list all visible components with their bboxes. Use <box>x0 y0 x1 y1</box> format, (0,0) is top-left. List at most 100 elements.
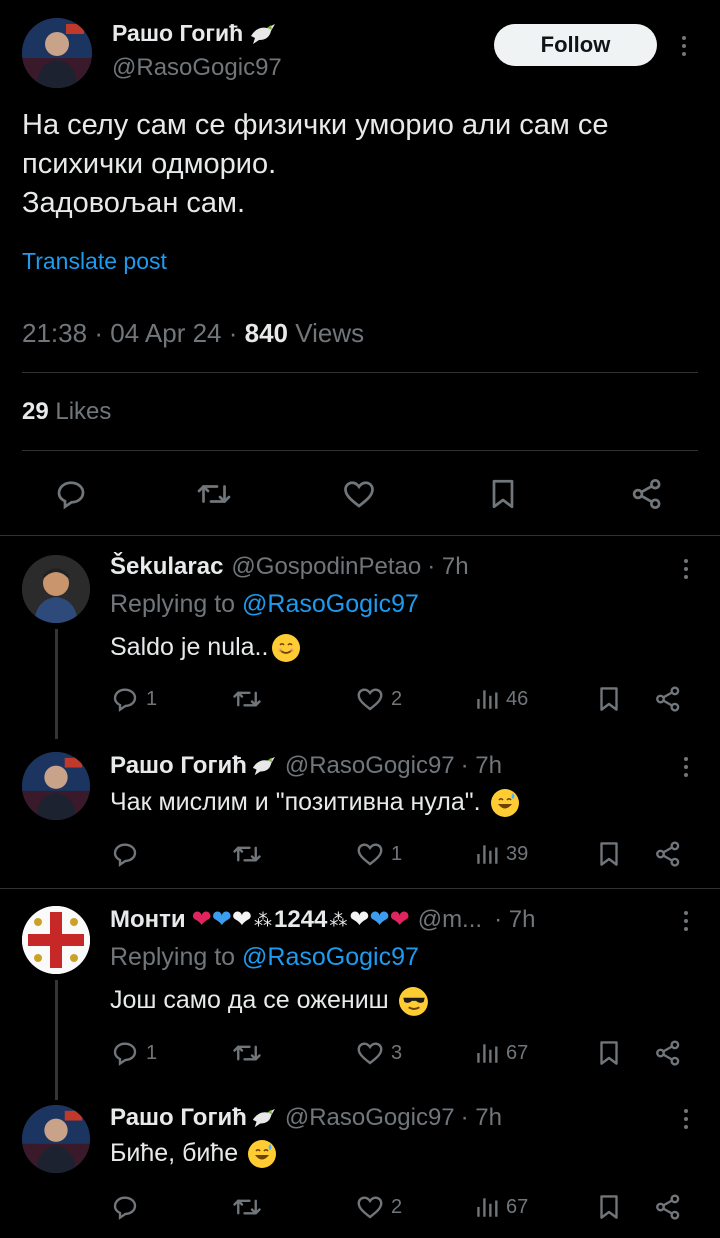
like-icon[interactable] <box>337 472 381 516</box>
author-handle[interactable]: @RasoGogic97 <box>112 54 282 82</box>
reply-icon[interactable]: 1 <box>110 681 157 717</box>
share-icon[interactable] <box>653 681 683 717</box>
more-icon[interactable] <box>674 31 694 61</box>
reply-text: Чак мислим и "позитивна нула". <box>110 788 519 817</box>
reply-avatar[interactable] <box>22 906 90 974</box>
reply-author-name[interactable]: Монти <box>110 906 186 934</box>
divider <box>22 450 698 451</box>
reply-author-handle[interactable]: @RasoGogic97 <box>285 752 455 780</box>
reply-time[interactable]: · 7h <box>461 1104 502 1132</box>
reply-author-handle[interactable]: @GospodinPetao <box>231 553 421 581</box>
reply-text: Saldo je nula.. <box>110 633 301 662</box>
likes-summary[interactable]: 29 Likes <box>22 398 111 426</box>
retweet-icon[interactable] <box>232 681 262 717</box>
more-icon[interactable] <box>676 906 696 936</box>
tweet-meta: 21:38 · 04 Apr 24 · 840 Views <box>22 318 365 348</box>
translate-link[interactable]: Translate post <box>22 248 167 275</box>
bookmark-icon[interactable] <box>594 1035 624 1071</box>
reply-author-name[interactable]: Рашо Гогић <box>110 1104 247 1132</box>
reply-avatar[interactable] <box>22 1105 90 1173</box>
reply-time[interactable]: · 7h <box>494 906 535 934</box>
author-avatar[interactable] <box>22 18 92 88</box>
tweet-text: На селу сам се физички уморио али сам се… <box>22 106 702 223</box>
reply-avatar[interactable] <box>22 752 90 820</box>
dove-icon <box>249 755 277 777</box>
views-count: 67 <box>506 1195 529 1218</box>
views-icon[interactable]: 67 <box>474 1189 528 1225</box>
replying-to: Replying to @RasoGogic97 <box>110 590 419 619</box>
views-count: 840 <box>244 318 289 348</box>
reply-author-name-suffix: 1244 <box>273 906 328 933</box>
blue-heart-icon: ❤ <box>369 906 390 933</box>
reply-text: Биће, биће <box>110 1139 277 1168</box>
like-icon[interactable]: 3 <box>355 1035 402 1071</box>
divider <box>0 535 720 536</box>
divider <box>22 372 698 373</box>
replying-handle[interactable]: @RasoGogic97 <box>242 943 419 971</box>
red-heart-icon: ❤ <box>191 906 212 933</box>
author-name-text: Рашо Гогић <box>112 20 244 46</box>
bookmark-icon[interactable] <box>594 681 624 717</box>
retweet-icon[interactable] <box>232 836 262 872</box>
tweet-text-line: психички одморио. <box>22 148 277 180</box>
bookmark-icon[interactable] <box>481 472 525 516</box>
retweet-icon[interactable] <box>192 472 236 516</box>
reply-text-content: Биће, биће <box>110 1139 239 1167</box>
reply-header: Рашо Гогић @RasoGogic97 · 7h <box>110 752 502 780</box>
like-count: 2 <box>391 687 403 710</box>
tweet-time[interactable]: 21:38 <box>22 318 87 348</box>
reply-actions: 1 39 <box>0 836 720 872</box>
reply-header: Šekularac @GospodinPetao · 7h <box>110 553 469 581</box>
views-count: 46 <box>506 687 529 710</box>
replying-handle[interactable]: @RasoGogic97 <box>242 590 419 618</box>
ornament-icon: ⁂ <box>253 909 272 930</box>
more-icon[interactable] <box>676 1104 696 1134</box>
views-icon[interactable]: 67 <box>474 1035 528 1071</box>
reply-icon[interactable] <box>110 1189 140 1225</box>
reply-icon[interactable] <box>49 472 93 516</box>
like-icon[interactable]: 2 <box>355 1189 402 1225</box>
retweet-icon[interactable] <box>232 1189 262 1225</box>
retweet-icon[interactable] <box>232 1035 262 1071</box>
replying-prefix: Replying to <box>110 943 236 971</box>
likes-label: Likes <box>55 398 112 425</box>
like-icon[interactable]: 2 <box>355 681 402 717</box>
replying-to: Replying to @RasoGogic97 <box>110 943 419 972</box>
red-heart-icon: ❤ <box>389 906 410 933</box>
reply-time[interactable]: · 7h <box>427 553 468 581</box>
replying-prefix: Replying to <box>110 590 236 618</box>
blue-heart-icon: ❤ <box>211 906 232 933</box>
share-icon[interactable] <box>625 472 669 516</box>
dove-icon <box>247 22 277 46</box>
reply-header: Рашо Гогић @RasoGogic97 · 7h <box>110 1104 502 1132</box>
like-icon[interactable]: 1 <box>355 836 402 872</box>
reply-avatar[interactable] <box>22 555 90 623</box>
reply-author-name[interactable]: Рашо Гогић <box>110 752 247 780</box>
reply-actions: 2 67 <box>0 1189 720 1225</box>
bookmark-icon[interactable] <box>594 1189 624 1225</box>
divider <box>0 888 720 889</box>
more-icon[interactable] <box>676 752 696 782</box>
share-icon[interactable] <box>653 1035 683 1071</box>
views-icon[interactable]: 39 <box>474 836 528 872</box>
reply-author-handle[interactable]: @m... <box>418 906 482 934</box>
reply-text-content: Saldo je nula.. <box>110 633 269 661</box>
author-name[interactable]: Рашо Гогић <box>112 20 277 47</box>
tweet-date[interactable]: 04 Apr 24 <box>110 318 221 348</box>
tweet-text-line: На селу сам се физички уморио али сам се <box>22 109 609 141</box>
more-icon[interactable] <box>676 554 696 584</box>
likes-count: 29 <box>22 398 49 425</box>
share-icon[interactable] <box>653 836 683 872</box>
bookmark-icon[interactable] <box>594 836 624 872</box>
tweet-text-line: Задовољан сам. <box>22 187 246 219</box>
reply-icon[interactable] <box>110 836 140 872</box>
views-icon[interactable]: 46 <box>474 681 528 717</box>
reply-icon[interactable]: 1 <box>110 1035 157 1071</box>
reply-author-handle[interactable]: @RasoGogic97 <box>285 1104 455 1132</box>
follow-button[interactable]: Follow <box>494 24 657 66</box>
share-icon[interactable] <box>653 1189 683 1225</box>
reply-text-content: Чак мислим и "позитивна нула". <box>110 788 481 816</box>
views-count: 39 <box>506 842 529 865</box>
reply-time[interactable]: · 7h <box>461 752 502 780</box>
reply-author-name[interactable]: Šekularac <box>110 553 223 581</box>
